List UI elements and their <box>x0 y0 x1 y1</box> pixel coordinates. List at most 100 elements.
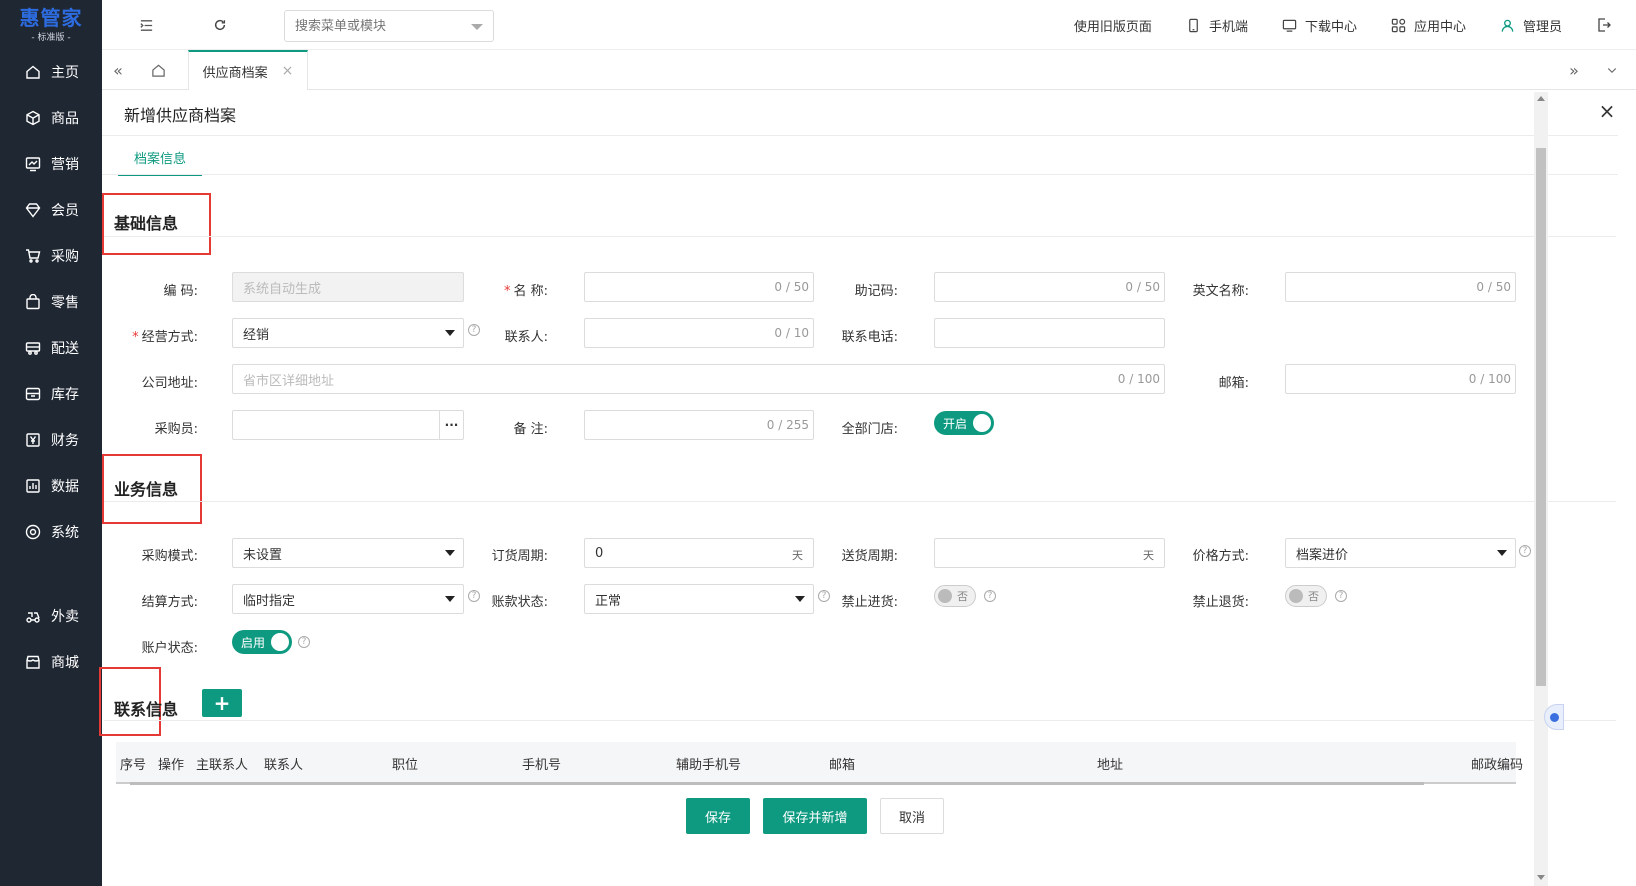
sidebar-item-label: 数据 <box>51 479 79 495</box>
home-tab-icon[interactable] <box>148 60 168 80</box>
sidebar-item-member[interactable]: 会员 <box>0 195 102 225</box>
vertical-scrollbar[interactable] <box>1534 92 1548 886</box>
order-cycle-field[interactable]: 0 天 <box>584 538 814 568</box>
sidebar-item-finance[interactable]: 财务 <box>0 425 102 455</box>
logo[interactable]: 惠管家 - 标准版 - <box>0 0 102 50</box>
search-input[interactable] <box>285 11 455 41</box>
sidebar-item-retail[interactable]: 零售 <box>0 287 102 317</box>
save-button[interactable]: 保存 <box>686 798 750 834</box>
user-name: 管理员 <box>1522 19 1562 35</box>
order-cycle-unit: 天 <box>792 549 803 562</box>
all-stores-toggle[interactable]: 开启 <box>934 411 994 435</box>
help-icon[interactable]: ? <box>1519 545 1531 557</box>
save-and-new-button[interactable]: 保存并新增 <box>763 798 867 834</box>
scrollbar-thumb[interactable] <box>1536 148 1546 686</box>
bar-chart-icon <box>25 478 41 494</box>
help-icon[interactable]: ? <box>1335 590 1347 602</box>
name-label-text: 名 称: <box>513 284 548 299</box>
sidebar-item-home[interactable]: 主页 <box>0 57 102 87</box>
toggle-knob <box>938 589 952 603</box>
help-icon[interactable]: ? <box>298 636 310 648</box>
account-status-select[interactable]: 正常 <box>584 584 814 614</box>
download-center-link[interactable]: 下载中心 <box>1282 16 1357 35</box>
sidebar-item-purchase[interactable]: 采购 <box>0 241 102 271</box>
sidebar-item-label: 系统 <box>51 525 79 541</box>
tabs-scroll-right-icon[interactable]: » <box>1564 60 1584 80</box>
cancel-button[interactable]: 取消 <box>880 798 944 834</box>
remark-field[interactable]: 0 / 255 <box>584 410 814 440</box>
sidebar-item-system[interactable]: 系统 <box>0 517 102 547</box>
sidebar-item-marketing[interactable]: 营销 <box>0 149 102 179</box>
chevron-down-icon[interactable] <box>1602 60 1622 80</box>
account-state-toggle[interactable]: 启用 <box>232 630 292 654</box>
search-select[interactable] <box>284 10 494 42</box>
address-field[interactable]: 省市区详细地址 0 / 100 <box>232 364 1165 394</box>
bag-icon <box>25 294 41 310</box>
logout-icon[interactable] <box>1596 16 1614 34</box>
chart-icon <box>25 156 41 172</box>
sidebar-item-inventory[interactable]: 库存 <box>0 379 102 409</box>
tab-label: 供应商档案 <box>202 65 268 81</box>
delivery-cycle-label: 送货周期: <box>841 549 898 564</box>
delivery-cycle-field[interactable]: 天 <box>934 538 1165 568</box>
yen-icon <box>25 432 41 448</box>
phone-field[interactable] <box>934 318 1165 348</box>
user-menu[interactable]: 管理员 <box>1500 16 1562 35</box>
ban-return-toggle[interactable]: 否 <box>1285 585 1327 607</box>
help-icon[interactable]: ? <box>984 590 996 602</box>
purchase-mode-select[interactable]: 未设置 <box>232 538 464 568</box>
purchase-mode-label: 采购模式: <box>141 549 198 564</box>
business-mode-label: * 经营方式: <box>132 330 198 345</box>
tab-archive-info[interactable]: 档案信息 <box>118 140 202 176</box>
sidebar-item-goods[interactable]: 商品 <box>0 103 102 133</box>
warehouse-icon <box>25 386 41 402</box>
email-field[interactable]: 0 / 100 <box>1285 364 1516 394</box>
english-name-field[interactable]: 0 / 50 <box>1285 272 1516 302</box>
ban-purchase-toggle[interactable]: 否 <box>934 585 976 607</box>
settlement-select[interactable]: 临时指定 <box>232 584 464 614</box>
settings-icon <box>25 524 41 540</box>
delivery-cycle-unit: 天 <box>1143 549 1154 562</box>
sidebar-item-label: 财务 <box>51 433 79 449</box>
horizontal-scrollbar[interactable] <box>130 782 1424 785</box>
sidebar-item-takeaway[interactable]: 外卖 <box>0 601 102 631</box>
all-stores-label: 全部门店: <box>841 422 898 437</box>
menu-collapse-icon[interactable] <box>136 15 156 35</box>
close-icon[interactable]: × <box>282 63 294 79</box>
refresh-icon[interactable] <box>210 15 230 35</box>
add-contact-button[interactable]: + <box>202 689 242 717</box>
price-mode-select[interactable]: 档案进价 <box>1285 538 1516 568</box>
mobile-link[interactable]: 手机端 <box>1186 16 1248 35</box>
order-cycle-value: 0 <box>595 545 604 561</box>
contact-field[interactable]: 0 / 10 <box>584 318 814 348</box>
tab-supplier-archive[interactable]: 供应商档案 × <box>188 50 308 90</box>
sidebar-item-delivery[interactable]: 配送 <box>0 333 102 363</box>
diamond-icon <box>25 202 41 218</box>
mnemonic-field[interactable]: 0 / 50 <box>934 272 1165 302</box>
scroll-up-icon[interactable] <box>1537 96 1545 101</box>
supplier-form-panel: 新增供应商档案 × 档案信息 基础信息 编 码: 系统自动生成 * 名 称: 0 … <box>99 92 1618 886</box>
close-icon[interactable]: × <box>1596 99 1618 123</box>
old-version-label: 使用旧版页面 <box>1073 19 1152 35</box>
sidebar-item-label: 营销 <box>51 157 79 173</box>
tabs-scroll-left-icon[interactable]: « <box>108 60 128 80</box>
business-mode-select[interactable]: 经销 <box>232 318 464 348</box>
name-field[interactable]: 0 / 50 <box>584 272 814 302</box>
sidebar-item-data[interactable]: 数据 <box>0 471 102 501</box>
chevron-down-icon <box>445 550 455 556</box>
box-icon <box>25 110 41 126</box>
ban-return-label: 禁止退货: <box>1192 595 1249 610</box>
buyer-field[interactable]: ··· <box>232 410 464 440</box>
app-center-link[interactable]: 应用中心 <box>1391 16 1466 35</box>
floating-assistant-button[interactable] <box>1544 704 1564 730</box>
sidebar-item-mall[interactable]: 商城 <box>0 647 102 677</box>
truck-icon <box>25 340 41 356</box>
code-label: 编 码: <box>163 284 198 299</box>
old-version-link[interactable]: 使用旧版页面 <box>1074 16 1152 35</box>
english-name-label: 英文名称: <box>1192 284 1249 299</box>
column-header: 地址 <box>1097 758 1124 773</box>
scroll-down-icon[interactable] <box>1537 875 1545 880</box>
divider <box>104 720 1616 721</box>
sidebar-item-label: 零售 <box>51 295 79 311</box>
top-bar: 使用旧版页面 手机端 下载中心 应用中心 管理员 <box>102 0 1636 50</box>
